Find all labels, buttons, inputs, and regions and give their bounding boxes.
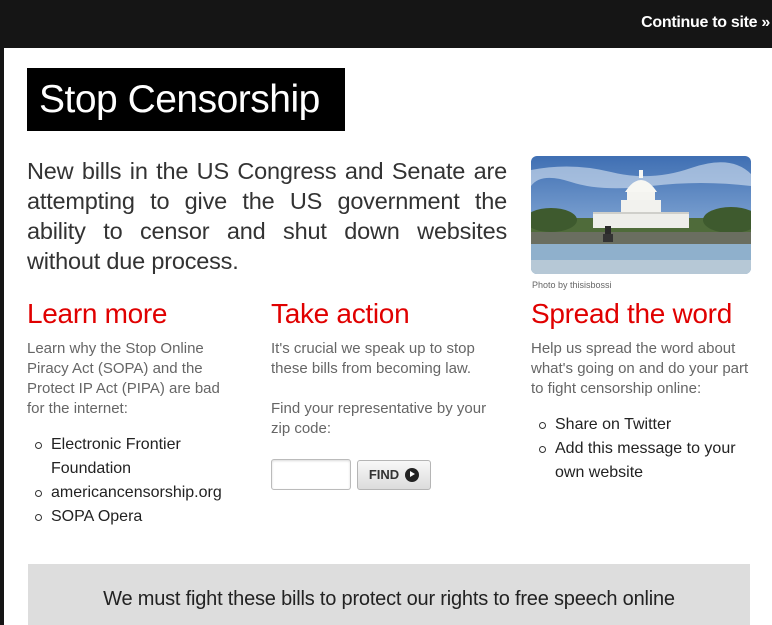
zip-code-input[interactable] [271,459,351,490]
continue-to-site-link[interactable]: Continue to site » [641,14,770,32]
zip-form: FIND [271,459,501,490]
find-button[interactable]: FIND [357,459,431,490]
play-circle-icon [405,467,420,482]
take-action-column: Take action It's crucial we speak up to … [271,298,501,490]
spread-word-links: Share on Twitter Add this message to you… [531,413,761,485]
learn-more-links: Electronic Frontier Foundation americanc… [27,433,237,529]
learn-more-column: Learn more Learn why the Stop Online Pir… [27,298,237,529]
intro-text: New bills in the US Congress and Senate … [27,158,507,274]
page-title: Stop Censorship [27,68,345,131]
sopa-opera-link[interactable]: SOPA Opera [27,505,237,529]
find-representative-label: Find your representative by your zip cod… [271,400,487,437]
eff-link[interactable]: Electronic Frontier Foundation [27,433,237,481]
find-button-label: FIND [368,467,400,482]
photo-credit: Photo by thisisbossi [532,280,612,290]
share-on-twitter-link[interactable]: Share on Twitter [531,413,761,437]
top-bar: Continue to site » [0,0,772,48]
add-message-link[interactable]: Add this message to your own website [531,437,761,485]
spread-word-text: Help us spread the word about what's goi… [531,340,749,397]
take-action-heading: Take action [271,298,410,329]
main-panel: Stop Censorship New bills in the US Cong… [4,48,772,625]
spread-word-column: Spread the word Help us spread the word … [531,298,761,485]
footer-message: We must fight these bills to protect our… [28,564,750,625]
americancensorship-link[interactable]: americancensorship.org [27,481,237,505]
learn-more-text: Learn why the Stop Online Piracy Act (SO… [27,340,220,417]
capitol-photo [531,156,751,274]
learn-more-heading: Learn more [27,298,168,329]
spread-word-heading: Spread the word [531,298,732,329]
take-action-text: It's crucial we speak up to stop these b… [271,340,475,377]
